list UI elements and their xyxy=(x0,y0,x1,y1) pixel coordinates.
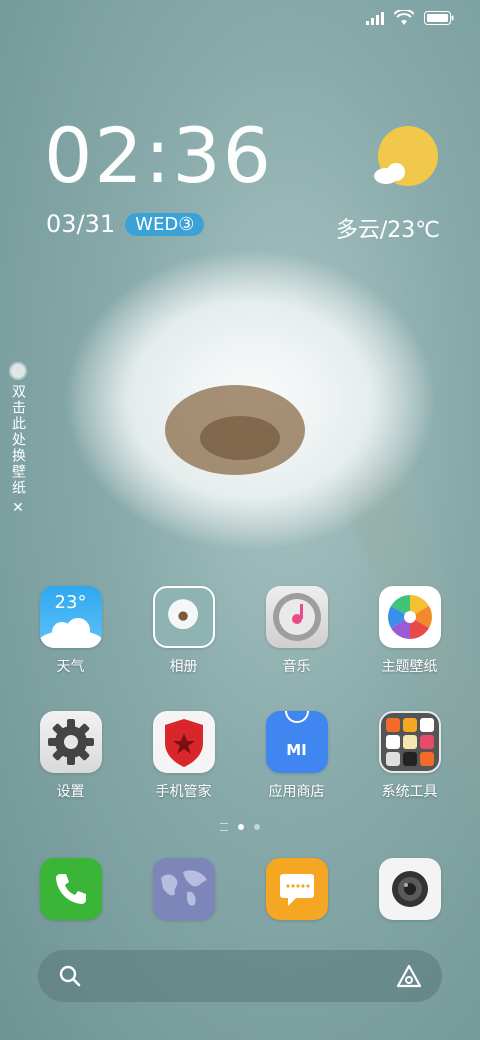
app-store[interactable]: MI 应用商店 xyxy=(240,711,353,801)
search-bar[interactable] xyxy=(38,950,442,1002)
app-label: 相册 xyxy=(169,659,198,675)
app-music[interactable]: 音乐 xyxy=(240,586,353,676)
signal-icon xyxy=(366,11,384,25)
app-label: 手机管家 xyxy=(155,784,212,800)
page-dot-active xyxy=(238,824,244,830)
dock xyxy=(0,858,480,920)
system-tools-folder-icon xyxy=(378,711,441,773)
app-label: 设置 xyxy=(56,784,85,800)
app-row-1: 23° 天气 相册 音乐 主题壁纸 xyxy=(0,586,480,676)
app-gallery[interactable]: 相册 xyxy=(127,586,240,676)
app-store-badge: MI xyxy=(286,741,307,759)
wallpaper-switch-label: 双击此处换壁纸 xyxy=(10,384,26,496)
app-row-2: 设置 手机管家 MI 应用商店 系统工具 xyxy=(0,711,480,801)
app-label: 天气 xyxy=(56,659,85,675)
themes-app-icon xyxy=(378,586,441,648)
settings-app-icon xyxy=(39,711,102,773)
date-text: 03/31 xyxy=(46,210,116,238)
wifi-icon xyxy=(394,10,414,25)
wallpaper-dot-icon xyxy=(9,362,27,380)
weather-app-icon: 23° xyxy=(39,586,102,648)
app-security[interactable]: 手机管家 xyxy=(127,711,240,801)
app-label: 主题壁纸 xyxy=(381,659,438,675)
app-system-tools[interactable]: 系统工具 xyxy=(353,711,466,801)
dock-camera[interactable] xyxy=(353,858,466,920)
messages-icon xyxy=(265,858,328,920)
app-themes[interactable]: 主题壁纸 xyxy=(353,586,466,676)
close-icon[interactable]: ✕ xyxy=(12,500,24,516)
app-weather[interactable]: 23° 天气 xyxy=(14,586,127,676)
music-app-icon xyxy=(265,586,328,648)
page-menu-icon xyxy=(220,823,228,831)
date-row[interactable]: 03/31 WED③ xyxy=(46,210,205,238)
security-app-icon xyxy=(152,711,215,773)
app-label: 音乐 xyxy=(282,659,311,675)
status-bar xyxy=(366,10,454,26)
weekday-badge: WED③ xyxy=(125,212,205,236)
weather-text[interactable]: 多云/23℃ xyxy=(336,212,440,244)
dock-messages[interactable] xyxy=(240,858,353,920)
browser-icon xyxy=(152,858,215,920)
dock-browser[interactable] xyxy=(127,858,240,920)
camera-icon xyxy=(378,858,441,920)
gallery-app-icon xyxy=(152,586,215,648)
battery-icon xyxy=(424,11,454,25)
page-dot xyxy=(254,824,260,830)
wallpaper-dandelion xyxy=(65,250,435,550)
app-label: 系统工具 xyxy=(381,784,438,800)
app-label: 应用商店 xyxy=(268,784,325,800)
page-indicator[interactable] xyxy=(0,823,480,831)
clock-time[interactable]: 02:36 xyxy=(44,118,273,194)
assistant-icon[interactable] xyxy=(396,964,422,988)
partly-cloudy-icon[interactable] xyxy=(374,126,438,190)
app-settings[interactable]: 设置 xyxy=(14,711,127,801)
app-store-icon: MI xyxy=(265,711,328,773)
wallpaper-switcher[interactable]: 双击此处换壁纸 ✕ xyxy=(6,362,30,516)
search-icon[interactable] xyxy=(58,964,82,988)
dock-phone[interactable] xyxy=(14,858,127,920)
phone-icon xyxy=(39,858,102,920)
